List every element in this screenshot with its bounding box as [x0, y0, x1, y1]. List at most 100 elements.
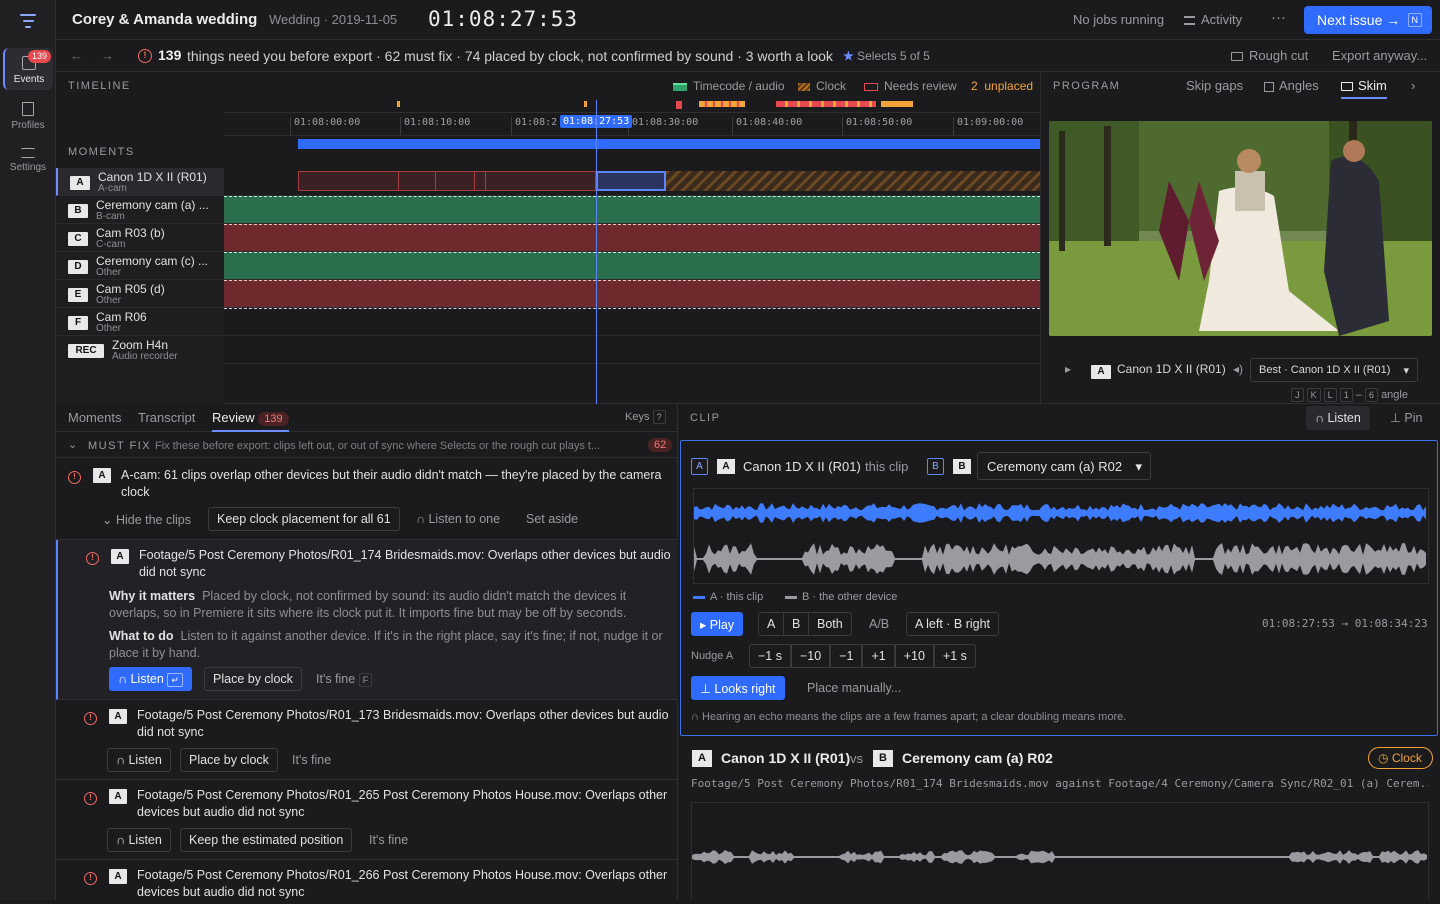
skip-gaps-button[interactable]: Skip gaps — [1186, 78, 1243, 93]
selects-range-bar[interactable] — [298, 139, 1040, 149]
keep-estimated-button[interactable]: Keep the estimated position — [180, 828, 353, 852]
selects-label: Selects — [857, 49, 897, 63]
warning-icon: ! — [138, 49, 152, 63]
hide-clips-button[interactable]: ⌄ Hide the clips — [102, 512, 191, 527]
compare-waveform[interactable] — [691, 802, 1429, 900]
tab-review[interactable]: Review 139 — [212, 410, 289, 432]
track-e[interactable]: E Cam R05 (d) Other — [56, 280, 224, 308]
angle-select[interactable]: Best · Canon 1D X II (R01) ▾ — [1250, 358, 1418, 382]
activity-button[interactable]: Activity — [1184, 12, 1242, 27]
ab-toggle[interactable]: A/B — [869, 617, 889, 631]
angles-button[interactable]: Angles — [1264, 78, 1319, 93]
lane-c[interactable] — [224, 224, 1040, 252]
solo-a-button[interactable]: A — [758, 612, 785, 636]
issue-item[interactable]: ! A Footage/5 Post Ceremony Photos/R01_2… — [56, 780, 678, 860]
menu-icon[interactable] — [18, 14, 38, 30]
track-b[interactable]: B Ceremony cam (a) ... B-cam — [56, 196, 224, 224]
program-clip-name: Canon 1D X II (R01) — [1117, 362, 1226, 376]
pin-button[interactable]: ⊥ Pin — [1390, 410, 1422, 425]
timeline-header: TIMELINE — [68, 80, 131, 92]
next-issue-label: Next issue → — [1317, 12, 1401, 28]
rough-cut-label: Rough cut — [1249, 48, 1309, 63]
lane-a[interactable] — [224, 168, 1040, 196]
rail-events[interactable]: 139 Events — [3, 48, 53, 90]
tab-moments[interactable]: Moments — [68, 410, 121, 425]
track-c[interactable]: C Cam R03 (b) C-cam — [56, 224, 224, 252]
lane-rec[interactable] — [224, 336, 1040, 364]
must-fix-header[interactable]: ⌄ MUST FIX Fix these before export: clip… — [56, 433, 678, 458]
nudge-button[interactable]: −1 — [830, 644, 863, 668]
skim-button[interactable]: Skim — [1341, 78, 1387, 99]
waveform-compare[interactable] — [693, 488, 1429, 584]
nudge-button[interactable]: −10 — [790, 644, 831, 668]
more-menu-icon[interactable]: ··· — [1271, 9, 1286, 26]
device-letter: A — [111, 549, 129, 564]
nudge-button[interactable]: +1 — [862, 644, 895, 668]
nudge-button[interactable]: −1 s — [749, 644, 791, 668]
forward-arrow-icon[interactable]: → — [101, 48, 114, 63]
a-tag: A — [691, 458, 708, 475]
keys-button[interactable]: Keys ? — [625, 410, 666, 424]
lane-b[interactable] — [224, 196, 1040, 224]
stereo-split-button[interactable]: A left · B right — [906, 612, 1000, 636]
speaker-icon[interactable]: ◂) — [1233, 362, 1243, 376]
issue-item[interactable]: ! A Footage/5 Post Ceremony Photos/R01_2… — [56, 860, 678, 900]
looks-right-button[interactable]: ⊥ Looks right — [691, 676, 785, 700]
issue-item-selected[interactable]: ! A Footage/5 Post Ceremony Photos/R01_1… — [56, 540, 678, 700]
lane-f[interactable] — [224, 308, 1040, 336]
listen-one-button[interactable]: ∩ Listen to one — [416, 512, 500, 526]
legend-needs-review: Needs review — [864, 79, 957, 93]
play-button[interactable]: ▸ Play — [691, 612, 744, 636]
next-issue-button[interactable]: Next issue → N — [1304, 6, 1432, 34]
issue-group[interactable]: ! A A-cam: 61 clips overlap other device… — [56, 458, 678, 540]
its-fine-button[interactable]: It's fine — [292, 753, 331, 767]
clock-status-badge: ◷ Clock — [1368, 747, 1433, 769]
back-arrow-icon[interactable]: ← — [70, 48, 83, 63]
place-manually-button[interactable]: Place manually... — [807, 681, 901, 695]
rail-settings[interactable]: Settings — [3, 140, 53, 182]
listen-toggle[interactable]: ∩ Listen — [1306, 406, 1370, 430]
tab-transcript[interactable]: Transcript — [138, 410, 195, 425]
nudge-button[interactable]: +1 s — [933, 644, 976, 668]
track-rec[interactable]: REC Zoom H4n Audio recorder — [56, 336, 224, 364]
selects-status[interactable]: ★ Selects 5 of 5 — [843, 49, 930, 63]
listen-button[interactable]: ∩ Listen — [107, 748, 171, 772]
playhead-line[interactable] — [596, 100, 597, 404]
place-by-clock-button[interactable]: Place by clock — [204, 667, 302, 691]
track-a[interactable]: A Canon 1D X II (R01) A-cam — [56, 168, 224, 196]
unplaced-count[interactable]: 2 unplaced — [971, 79, 1033, 93]
both-button[interactable]: Both — [808, 612, 852, 636]
issue-item[interactable]: ! A Footage/5 Post Ceremony Photos/R01_1… — [56, 700, 678, 780]
overview-minibar[interactable] — [224, 100, 1040, 109]
chevron-right-icon[interactable]: › — [1411, 78, 1415, 93]
rough-cut-button[interactable]: Rough cut — [1231, 48, 1308, 63]
ruler-tick: 01:08:10:00 — [400, 117, 470, 135]
place-by-clock-button[interactable]: Place by clock — [180, 748, 278, 772]
track-name: Ceremony cam (c) ... — [96, 254, 209, 268]
time-ruler[interactable]: 01:08:00:00 01:08:10:00 01:08:2 01:08:30… — [224, 112, 1040, 136]
lane-e[interactable] — [224, 280, 1040, 308]
b-device-select[interactable]: Ceremony cam (a) R02 ▾ — [977, 452, 1151, 480]
master-timecode: 01:08:27:53 — [428, 7, 579, 31]
legend-timecode-audio: Timecode / audio — [673, 79, 785, 93]
clock-icon: ◷ — [1378, 751, 1389, 765]
nudge-button[interactable]: +10 — [894, 644, 934, 668]
rail-profiles[interactable]: Profiles — [3, 94, 53, 136]
set-aside-button[interactable]: Set aside — [526, 512, 578, 526]
chevron-down-icon: ▾ — [1403, 365, 1409, 377]
its-fine-button[interactable]: It's fine F — [316, 672, 373, 687]
keep-clock-button[interactable]: Keep clock placement for all 61 — [208, 507, 400, 531]
settings-label: Settings — [9, 162, 47, 173]
solo-b-button[interactable]: B — [783, 612, 810, 636]
track-f[interactable]: F Cam R06 Other — [56, 308, 224, 336]
export-anyway-button[interactable]: Export anyway... — [1332, 48, 1427, 63]
group-text: A-cam: 61 clips overlap other devices bu… — [121, 468, 662, 499]
listen-button[interactable]: ∩ Listen — [107, 828, 171, 852]
track-d[interactable]: D Ceremony cam (c) ... Other — [56, 252, 224, 280]
sync-hint: ∩ Hearing an echo means the clips are a … — [691, 711, 1127, 723]
listen-button[interactable]: ∩ Listen ↵ — [109, 667, 192, 691]
program-video-frame[interactable] — [1049, 121, 1432, 336]
its-fine-button[interactable]: It's fine — [369, 833, 408, 847]
play-triangle-icon[interactable]: ▸ — [1065, 362, 1071, 376]
lane-d[interactable] — [224, 252, 1040, 280]
